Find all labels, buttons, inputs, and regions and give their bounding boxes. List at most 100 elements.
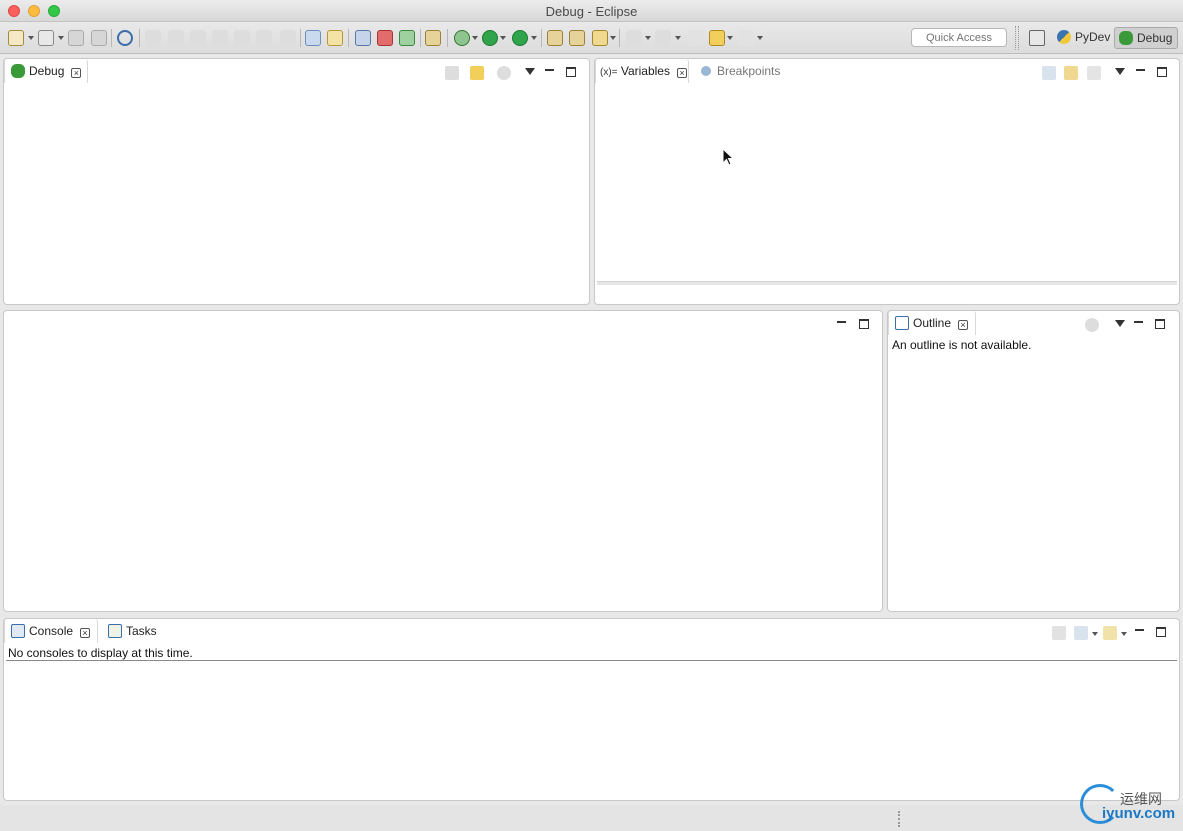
back-icon[interactable] [709,30,725,46]
tab-console[interactable]: Console × [4,619,98,643]
search-dropdown-icon[interactable] [610,36,616,40]
console-view: Console × Tasks No consoles to display at… [3,618,1180,801]
minimize-view-icon[interactable] [1135,66,1147,78]
tab-outline[interactable]: Outline × [888,311,976,335]
debug-icon[interactable] [454,30,470,46]
remove-terminated-icon[interactable] [445,66,459,80]
save-all-icon[interactable] [91,30,107,46]
main-toolbar: PyDev Debug [0,22,1183,54]
variables-view: (x)= Variables × Breakpoints [594,58,1180,305]
view-menu-icon[interactable] [1115,320,1125,327]
toolbar-separator [111,29,112,47]
open-console-icon[interactable] [1103,626,1117,640]
detail-pane-sash[interactable] [597,281,1177,285]
maximize-view-icon[interactable] [1156,627,1166,637]
breakpoint-icon [701,66,711,76]
show-type-names-icon[interactable] [1042,66,1056,80]
open-perspective-icon[interactable] [1029,30,1045,46]
close-tab-icon[interactable]: × [958,320,969,330]
new-icon[interactable] [8,30,24,46]
title-bar: Debug - Eclipse [0,0,1183,22]
last-edit-location-icon[interactable] [688,30,704,46]
minimize-view-icon[interactable] [1134,626,1146,638]
start-debug-server-icon[interactable] [399,30,415,46]
disconnect-icon[interactable] [212,30,228,46]
bug-icon [11,64,25,78]
maximize-editor-icon[interactable] [859,319,869,329]
next-annotation-dropdown-icon[interactable] [645,36,651,40]
use-step-filters-icon[interactable] [305,30,321,46]
open-console-dropdown-icon[interactable] [1121,632,1127,636]
previous-annotation-icon[interactable] [655,30,671,46]
quick-access-input[interactable] [911,28,1007,47]
previous-annotation-dropdown-icon[interactable] [675,36,681,40]
forward-icon[interactable] [738,30,754,46]
pin-console-icon[interactable] [1052,626,1066,640]
minimize-view-icon[interactable] [544,66,556,78]
perspective-bar-grip[interactable] [1015,26,1019,50]
close-tab-icon[interactable]: × [676,68,687,78]
next-annotation-icon[interactable] [626,30,642,46]
maximize-view-icon[interactable] [566,67,576,77]
debug-dropdown-icon[interactable] [472,36,478,40]
minimize-view-icon[interactable] [1133,318,1145,330]
external-tools-dropdown-icon[interactable] [531,36,537,40]
toolbar-separator [619,29,620,47]
status-bar [0,805,1183,831]
perspective-pydev[interactable]: PyDev [1053,27,1115,49]
outline-view: Outline × An outline is not available. [887,310,1180,612]
new-file-dropdown-icon[interactable] [58,36,64,40]
back-dropdown-icon[interactable] [727,36,733,40]
watermark-logo: 运维网 iyunv.com [1078,782,1178,828]
open-type-icon[interactable] [547,30,563,46]
console-icon [11,624,25,638]
collapse-all-icon[interactable] [1087,66,1101,80]
close-tab-icon[interactable]: × [71,68,82,78]
run-icon[interactable] [482,30,498,46]
step-arrow-icon[interactable] [470,66,484,80]
toolbar-separator [348,29,349,47]
suspend-icon[interactable] [168,30,184,46]
new-file-icon[interactable] [38,30,54,46]
tab-debug[interactable]: Debug × [4,59,88,83]
close-tab-icon[interactable]: × [80,628,91,638]
stop-debug-server-icon[interactable] [377,30,393,46]
skip-breakpoints-icon[interactable] [117,30,133,46]
console-divider [6,660,1177,661]
maximize-view-icon[interactable] [1157,67,1167,77]
step-over-icon[interactable] [256,30,272,46]
run-external-tools-icon[interactable] [512,30,528,46]
status-bar-grip[interactable] [898,811,900,827]
link-view-icon[interactable] [497,66,511,80]
run-to-line-icon[interactable] [327,30,343,46]
show-logical-structure-icon[interactable] [1064,66,1078,80]
step-into-icon[interactable] [234,30,250,46]
forward-dropdown-icon[interactable] [757,36,763,40]
resume-icon[interactable] [145,30,161,46]
bug-icon [1119,31,1133,45]
save-icon[interactable] [68,30,84,46]
tab-variables[interactable]: (x)= Variables × [595,59,689,83]
open-console-icon[interactable] [425,30,441,46]
view-menu-icon[interactable] [525,68,535,75]
run-dropdown-icon[interactable] [500,36,506,40]
maximize-view-icon[interactable] [1155,319,1165,329]
view-menu-icon[interactable] [1115,68,1125,75]
link-view-icon[interactable] [1085,318,1099,332]
display-console-dropdown-icon[interactable] [1092,632,1098,636]
tab-tasks[interactable]: Tasks [102,619,157,643]
search-icon[interactable] [592,30,608,46]
tab-breakpoints[interactable]: Breakpoints [693,59,780,83]
pydev-debug-icon[interactable] [355,30,371,46]
step-return-icon[interactable] [280,30,296,46]
perspective-debug[interactable]: Debug [1114,27,1179,49]
minimize-editor-icon[interactable] [836,318,848,330]
new-dropdown-icon[interactable] [28,36,34,40]
toolbar-separator [447,29,448,47]
python-icon [1057,30,1071,44]
open-resource-icon[interactable] [569,30,585,46]
terminate-icon[interactable] [190,30,206,46]
toolbar-separator [420,29,421,47]
display-selected-console-icon[interactable] [1074,626,1088,640]
mouse-cursor-icon [722,148,734,166]
